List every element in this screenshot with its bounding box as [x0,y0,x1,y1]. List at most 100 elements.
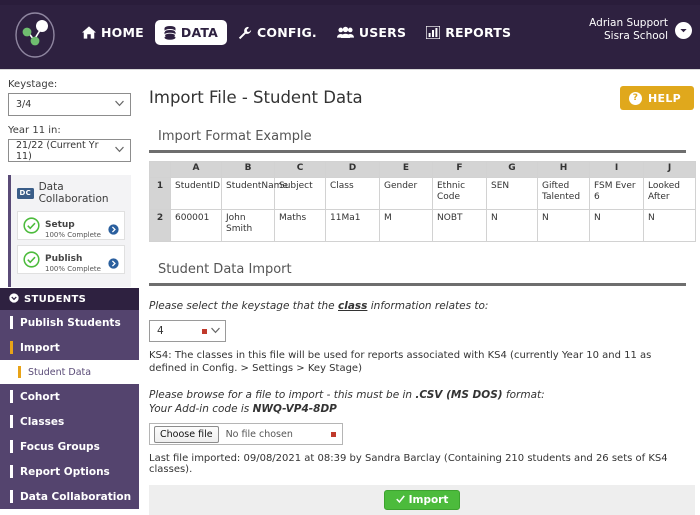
nav-item-home[interactable]: HOME [73,20,153,45]
file-input-row[interactable]: Choose file No file chosen [149,423,343,445]
students-menu: Publish Students Import Student Data Coh… [0,310,139,509]
sidebar-item-label: Data Collaboration [20,490,132,503]
browse-prompt-pre: Please browse for a file to import - thi… [149,389,416,401]
sheet-cell: Maths [274,209,326,242]
chevron-down-icon[interactable] [675,21,692,39]
nav-item-users[interactable]: USERS [328,20,415,45]
sidebar-item-label: Import [20,341,60,354]
help-button[interactable]: ? HELP [620,86,694,110]
sidebar-item-label: Cohort [20,390,60,403]
sidebar-item-report-options[interactable]: Report Options [0,459,139,484]
sheet-col-h: H [537,161,590,178]
sheet-col-a: A [170,161,222,178]
keystage-prompt-link[interactable]: class [338,300,367,312]
menu-accent-bar [10,390,13,403]
sheet-col-f: F [432,161,487,178]
sheet-cell: John Smith [221,209,275,242]
sheet-col-i: I [589,161,644,178]
import-button[interactable]: Import [383,490,461,510]
keystage-filter: Keystage: 3/4 [0,79,139,116]
menu-accent-bar [10,415,13,428]
students-section-header[interactable]: STUDENTS [0,288,139,310]
import-format-example-table: A B C D E F G H I J 1 StudentID StudentN… [149,161,696,242]
dc-badge: DC [17,187,34,199]
user-info: Adrian Support Sisra School [589,17,668,43]
nav-item-config[interactable]: CONFIG. [229,20,326,45]
addin-code-pre: Your Add-in code is [149,403,253,415]
file-name-text: No file chosen [225,428,293,440]
sidebar-item-import[interactable]: Import [0,335,139,360]
sidebar-item-classes[interactable]: Classes [0,409,139,434]
users-icon [336,26,354,39]
sheet-cell: Gifted Talented [537,177,590,210]
keystage-filter-select[interactable]: 3/4 [8,93,131,116]
header-top-strip [0,0,700,5]
sidebar-item-focus-groups[interactable]: Focus Groups [0,434,139,459]
sheet-cell: StudentID [170,177,222,210]
import-button-label: Import [408,494,449,506]
nav-item-data[interactable]: DATA [154,20,227,45]
addin-code-value: NWQ-VP4-8DP [252,403,337,415]
menu-accent-bar [10,465,13,478]
nav-item-reports[interactable]: REPORTS [417,20,520,45]
sheet-col-g: G [486,161,538,178]
last-imported-text: Last file imported: 09/08/2021 at 08:39 … [149,453,668,475]
sidebar-item-label: Publish Students [20,316,121,329]
check-circle-icon [23,217,40,234]
chevron-down-icon [211,325,220,337]
network-nodes-logo[interactable] [11,11,59,59]
sheet-col-b: B [221,161,275,178]
nav-label-data: DATA [180,25,218,40]
sheet-cell: Looked After [643,177,696,210]
sheet-row-number: 2 [149,209,171,242]
dc-card-publish-text: Publish 100% Complete [45,246,108,274]
chevron-right-circle-icon[interactable] [108,254,119,269]
sidebar-item-cohort[interactable]: Cohort [0,384,139,409]
sidebar-item-publish-students[interactable]: Publish Students [0,310,139,335]
sheet-cell: NOBT [432,209,487,242]
keystage-select-value: 4 [157,325,164,337]
year-filter-select[interactable]: 21/22 (Current Yr 11) [8,139,131,162]
user-menu[interactable]: Adrian Support Sisra School [589,17,692,43]
keystage-select[interactable]: 4 [149,320,226,342]
main-content: Import File - Student Data ? HELP Import… [139,70,700,515]
import-format-section-title: Import Format Example [149,129,686,153]
required-marker-icon [202,328,207,334]
keystage-note: KS4: The classes in this file will be us… [149,350,652,374]
sheet-cell: N [486,209,538,242]
page-title: Import File - Student Data [149,88,363,107]
students-section: STUDENTS Publish Students Import Student… [0,288,139,509]
sheet-cell: Ethnic Code [432,177,487,210]
chevron-down-icon [115,99,124,110]
user-name: Adrian Support [589,17,668,29]
sheet-cell: M [379,209,433,242]
left-sidebar: Keystage: 3/4 Year 11 in: 21/22 (Current… [0,70,139,509]
menu-accent-bar [10,440,13,453]
sidebar-item-label: Report Options [20,465,110,478]
sheet-column-header-row: A B C D E F G H I J [149,161,696,178]
sheet-cell: N [589,209,644,242]
browse-prompt-post: format: [502,389,545,401]
menu-accent-bar [10,490,13,503]
sheet-cell: 11Ma1 [325,209,380,242]
nav-label-home: HOME [101,25,144,40]
question-mark-icon: ? [629,91,642,105]
dc-card-publish[interactable]: Publish 100% Complete [17,245,125,274]
sidebar-item-label: Classes [20,415,65,428]
menu-accent-bar [10,341,13,354]
sheet-cell: Gender [379,177,433,210]
sheet-row-number: 1 [149,177,171,210]
browse-prompt: Please browse for a file to import - thi… [149,388,686,416]
browse-prompt-format: .CSV (MS DOS) [415,389,503,401]
choose-file-button[interactable]: Choose file [154,425,219,443]
dc-card-setup[interactable]: Setup 100% Complete [17,211,125,240]
sheet-col-j: J [643,161,696,178]
chevron-right-circle-icon[interactable] [108,220,119,235]
sheet-cell: FSM Ever 6 [589,177,644,210]
sidebar-item-label: Student Data [28,366,92,378]
database-icon [163,25,176,40]
sidebar-item-data-collaboration[interactable]: Data Collaboration [0,484,139,509]
sheet-col-c: C [274,161,326,178]
sidebar-item-student-data[interactable]: Student Data [0,360,139,384]
sheet-cell: N [643,209,696,242]
